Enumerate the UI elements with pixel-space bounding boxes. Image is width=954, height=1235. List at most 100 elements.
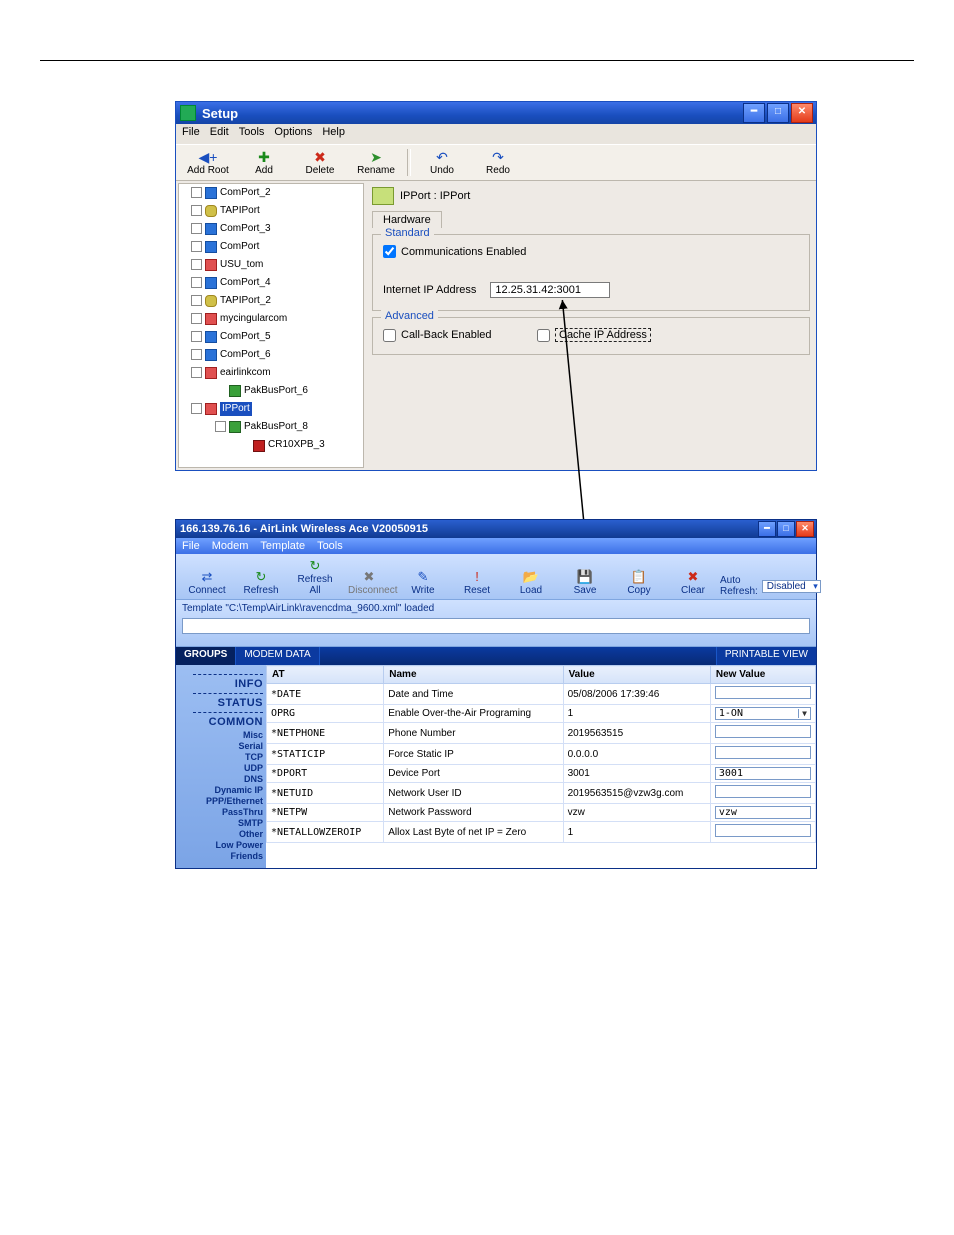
load-button[interactable]: 📂Load (504, 568, 558, 597)
tree-node-mycingularcom[interactable]: mycingularcom (205, 312, 287, 326)
device-tree[interactable]: ComPort_2 TAPIPort ComPort_3 ComPort USU_tom… (178, 183, 364, 468)
new-value-input[interactable]: 3001 (715, 767, 811, 780)
cell-value: 1 (563, 705, 710, 723)
menu-item-options[interactable]: Options (274, 126, 312, 142)
group-info[interactable]: INFO (179, 678, 263, 690)
connect-button[interactable]: ⇄Connect (180, 568, 234, 597)
cell-new-value[interactable] (710, 783, 815, 804)
filter-input[interactable] (182, 618, 810, 634)
group-common[interactable]: COMMON (179, 716, 263, 728)
cell-new-value[interactable] (710, 723, 815, 744)
new-value-input[interactable] (715, 686, 811, 699)
pane-heading: IPPort : IPPort (400, 190, 470, 202)
cell-new-value[interactable]: vzw (710, 804, 815, 822)
menu-item-tools[interactable]: Tools (239, 126, 265, 142)
minimize-button[interactable]: ━ (743, 103, 765, 123)
load-icon: 📂 (510, 569, 552, 585)
group-smtp[interactable]: SMTP (179, 818, 263, 828)
clear-button[interactable]: ✖Clear (666, 568, 720, 597)
printable-view-tab[interactable]: PRINTABLE VIEW (716, 647, 816, 665)
tree-node-usu-tom[interactable]: USU_tom (205, 258, 263, 272)
menu-item-template[interactable]: Template (260, 540, 305, 552)
new-value-input[interactable] (715, 824, 811, 837)
group-friends[interactable]: Friends (179, 851, 263, 861)
comm-enabled-checkbox[interactable]: Communications Enabled (383, 245, 799, 258)
cell-new-value[interactable]: 3001 (710, 765, 815, 783)
rename-button[interactable]: ➤Rename (348, 147, 404, 178)
tree-node-comport-5[interactable]: ComPort_5 (205, 330, 271, 344)
callback-checkbox[interactable]: Call-Back Enabled (383, 329, 523, 342)
tree-node-pakbusport-8[interactable]: PakBusPort_8 (229, 420, 308, 434)
modem-data-tab[interactable]: MODEM DATA (236, 647, 319, 665)
add-root-button[interactable]: ◀+Add Root (180, 147, 236, 178)
menu-item-file[interactable]: File (182, 540, 200, 552)
copy-button[interactable]: 📋Copy (612, 568, 666, 597)
tree-node-ipport[interactable]: IPPort (205, 402, 252, 416)
menu-item-help[interactable]: Help (322, 126, 345, 142)
group-dns[interactable]: DNS (179, 774, 263, 784)
tree-node-tapiport-2[interactable]: TAPIPort_2 (205, 294, 271, 308)
tree-node-tapiport[interactable]: TAPIPort (205, 204, 260, 218)
maximize-button[interactable]: □ (777, 521, 795, 537)
save-button[interactable]: 💾Save (558, 568, 612, 597)
tree-icon (205, 331, 217, 343)
table-row: *STATICIPForce Static IP0.0.0.0 (267, 744, 816, 765)
write-button[interactable]: ✎Write (396, 568, 450, 597)
tree-node-comport-4[interactable]: ComPort_4 (205, 276, 271, 290)
callback-input[interactable] (383, 329, 396, 342)
new-value-input[interactable] (715, 785, 811, 798)
disconnect-button[interactable]: ✖Disconnect (342, 568, 396, 597)
tree-node-comport-6[interactable]: ComPort_6 (205, 348, 271, 362)
airlink-window: 166.139.76.16 - AirLink Wireless Ace V20… (175, 519, 817, 869)
cacheip-checkbox[interactable]: Cache IP Address (537, 328, 651, 342)
maximize-button[interactable]: □ (767, 103, 789, 123)
groups-tab[interactable]: GROUPS (176, 647, 236, 665)
tree-node-eairlinkcom[interactable]: eairlinkcom (205, 366, 271, 380)
menu-item-file[interactable]: File (182, 126, 200, 142)
group-passthru[interactable]: PassThru (179, 807, 263, 817)
tree-node-comport-2[interactable]: ComPort_2 (205, 186, 271, 200)
hardware-tab[interactable]: Hardware (372, 211, 442, 228)
auto-refresh-select[interactable]: Disabled (762, 580, 821, 593)
tree-node-cr10xpb-3[interactable]: CR10XPB_3 (253, 438, 325, 452)
close-button[interactable]: ✕ (796, 521, 814, 537)
comm-enabled-input[interactable] (383, 245, 396, 258)
close-button[interactable]: ✕ (791, 103, 813, 123)
tree-node-comport[interactable]: ComPort (205, 240, 259, 254)
menu-item-edit[interactable]: Edit (210, 126, 229, 142)
cell-new-value[interactable] (710, 684, 815, 705)
minimize-button[interactable]: ━ (758, 521, 776, 537)
group-low-power[interactable]: Low Power (179, 840, 263, 850)
group-serial[interactable]: Serial (179, 741, 263, 751)
toolbar: ◀+Add Root✚Add✖Delete➤Rename ↶Undo↷Redo (176, 144, 816, 181)
menu-item-tools[interactable]: Tools (317, 540, 343, 552)
group-sidebar[interactable]: INFO STATUS COMMON MiscSerialTCPUDPDNSDynam… (176, 665, 266, 868)
group-other[interactable]: Other (179, 829, 263, 839)
undo-button[interactable]: ↶Undo (414, 147, 470, 178)
cell-new-value[interactable] (710, 744, 815, 765)
group-ppp-ethernet[interactable]: PPP/Ethernet (179, 796, 263, 806)
delete-button[interactable]: ✖Delete (292, 147, 348, 178)
group-dynamic-ip[interactable]: Dynamic IP (179, 785, 263, 795)
group-status[interactable]: STATUS (179, 697, 263, 709)
cell-new-value[interactable] (710, 822, 815, 843)
cacheip-input[interactable] (537, 329, 550, 342)
tree-node-pakbusport-6[interactable]: PakBusPort_6 (229, 384, 308, 398)
new-value-input[interactable] (715, 725, 811, 738)
redo-button[interactable]: ↷Redo (470, 147, 526, 178)
menu-item-modem[interactable]: Modem (212, 540, 249, 552)
ipaddr-value[interactable]: 12.25.31.42:3001 (490, 282, 610, 298)
add-button[interactable]: ✚Add (236, 147, 292, 178)
reset-button[interactable]: !Reset (450, 568, 504, 597)
group-tcp[interactable]: TCP (179, 752, 263, 762)
tree-node-comport-3[interactable]: ComPort_3 (205, 222, 271, 236)
refresh-all-icon: ↻ (294, 558, 336, 574)
refresh-all-button[interactable]: ↻Refresh All (288, 557, 342, 597)
group-udp[interactable]: UDP (179, 763, 263, 773)
new-value-input[interactable]: vzw (715, 806, 811, 819)
group-misc[interactable]: Misc (179, 730, 263, 740)
refresh-button[interactable]: ↻Refresh (234, 568, 288, 597)
new-value-select[interactable]: 1-ON▼ (715, 707, 811, 720)
new-value-input[interactable] (715, 746, 811, 759)
cell-new-value[interactable]: 1-ON▼ (710, 705, 815, 723)
